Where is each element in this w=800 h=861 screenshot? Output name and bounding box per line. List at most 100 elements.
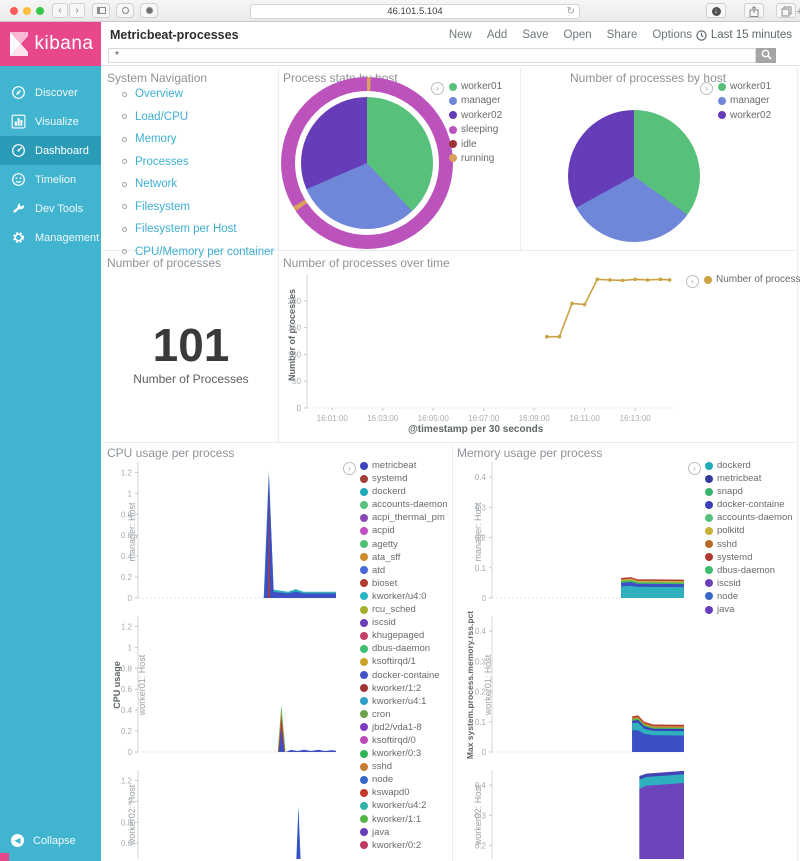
legend-item[interactable]: cron xyxy=(360,709,448,720)
legend-item[interactable]: manager xyxy=(449,95,502,106)
legend-item[interactable]: bioset xyxy=(360,578,448,589)
sidebar-item-timelion[interactable]: Timelion xyxy=(0,165,101,194)
legend-item[interactable]: systemd xyxy=(360,473,448,484)
search-bar xyxy=(108,48,776,63)
legend-item[interactable]: snapd xyxy=(705,486,793,497)
menu-share[interactable]: Share xyxy=(607,29,638,41)
legend-item[interactable]: docker-containe xyxy=(705,499,793,510)
search-button[interactable] xyxy=(756,48,776,63)
bullet-icon xyxy=(122,204,127,209)
back-button[interactable]: ‹ xyxy=(52,3,68,18)
legend-item[interactable]: atd xyxy=(360,565,448,576)
legend-toggle-icon[interactable]: › xyxy=(686,275,699,288)
legend-toggle-icon[interactable]: › xyxy=(700,82,713,95)
legend-item[interactable]: ksoftirqd/1 xyxy=(360,656,448,667)
extension-circle-icon[interactable] xyxy=(140,3,158,18)
reader-circle-icon[interactable] xyxy=(116,3,134,18)
sidebar-collapse-button[interactable]: ◀ Collapse xyxy=(0,834,101,847)
minimize-window-button[interactable] xyxy=(23,7,31,15)
legend-item[interactable]: iscsid xyxy=(360,617,448,628)
legend-item[interactable]: worker01 xyxy=(718,81,771,92)
legend-item[interactable]: sshd xyxy=(705,539,793,550)
legend-item[interactable]: running xyxy=(449,153,502,164)
new-tab-button[interactable]: + xyxy=(796,6,800,18)
sidebar-item-visualize[interactable]: Visualize xyxy=(0,107,101,136)
legend-item[interactable]: kworker/0:2 xyxy=(360,840,448,851)
tabs-button[interactable] xyxy=(776,3,796,18)
legend-item[interactable]: jbd2/vda1-8 xyxy=(360,722,448,733)
nav-link-overview[interactable]: Overview xyxy=(135,88,183,100)
legend-item[interactable]: node xyxy=(360,774,448,785)
legend-item[interactable]: acpid xyxy=(360,525,448,536)
kibana-logo[interactable]: kibana xyxy=(0,22,101,66)
svg-text:0.3: 0.3 xyxy=(475,657,487,666)
legend-item[interactable]: sshd xyxy=(360,761,448,772)
reload-icon[interactable]: ↻ xyxy=(567,5,575,18)
legend-item[interactable]: dockerd xyxy=(360,486,448,497)
legend-item[interactable]: worker02 xyxy=(718,110,771,121)
legend-item[interactable]: kworker/u4:0 xyxy=(360,591,448,602)
legend-item[interactable]: Number of processes xyxy=(704,274,800,285)
legend-item[interactable]: node xyxy=(705,591,793,602)
nav-link-filesystem[interactable]: Filesystem xyxy=(135,201,190,213)
legend-item[interactable]: kworker/u4:1 xyxy=(360,696,448,707)
legend-item[interactable]: accounts-daemon xyxy=(705,512,793,523)
sidebar-item-management[interactable]: Management xyxy=(0,223,101,252)
sidebar-item-devtools[interactable]: Dev Tools xyxy=(0,194,101,223)
legend-item[interactable]: docker-containe xyxy=(360,670,448,681)
url-field[interactable]: 46.101.5.104 ↻ xyxy=(250,4,580,19)
legend-item[interactable]: worker02 xyxy=(449,110,502,121)
legend-item[interactable]: kworker/0:3 xyxy=(360,748,448,759)
legend-item[interactable]: dockerd xyxy=(705,460,793,471)
legend-item[interactable]: ksoftirqd/0 xyxy=(360,735,448,746)
time-picker[interactable]: Last 15 minutes xyxy=(696,29,792,41)
menu-new[interactable]: New xyxy=(449,29,472,41)
legend-toggle-icon[interactable]: › xyxy=(343,462,356,475)
legend-item[interactable]: kworker/u4:2 xyxy=(360,800,448,811)
nav-link-memory[interactable]: Memory xyxy=(135,133,177,145)
nav-link-load-cpu[interactable]: Load/CPU xyxy=(135,111,188,123)
legend-item[interactable]: java xyxy=(360,827,448,838)
legend-item[interactable]: worker01 xyxy=(449,81,502,92)
legend-item[interactable]: dbus-daemon xyxy=(360,643,448,654)
sidebar-toggle-icon[interactable] xyxy=(92,3,110,18)
legend-item[interactable]: polkitd xyxy=(705,525,793,536)
legend-toggle-icon[interactable]: › xyxy=(688,462,701,475)
legend-toggle-icon[interactable]: › xyxy=(431,82,444,95)
legend-item[interactable]: java xyxy=(705,604,793,615)
legend-item[interactable]: sleeping xyxy=(449,124,502,135)
svg-text:0.8: 0.8 xyxy=(121,664,133,673)
legend-dot xyxy=(360,736,368,744)
menu-save[interactable]: Save xyxy=(522,29,548,41)
share-button[interactable] xyxy=(744,3,764,18)
legend-item[interactable]: accounts-daemon xyxy=(360,499,448,510)
menu-open[interactable]: Open xyxy=(564,29,592,41)
menu-options[interactable]: Options xyxy=(652,29,692,41)
close-window-button[interactable] xyxy=(10,7,18,15)
legend-item[interactable]: metricbeat xyxy=(360,460,448,471)
legend-item[interactable]: dbus-daemon xyxy=(705,565,793,576)
forward-button[interactable]: › xyxy=(69,3,85,18)
zoom-window-button[interactable] xyxy=(36,7,44,15)
legend-item[interactable]: kworker/1:2 xyxy=(360,683,448,694)
legend-item[interactable]: acpi_thermal_pm xyxy=(360,512,448,523)
menu-add[interactable]: Add xyxy=(487,29,507,41)
download-button[interactable]: ↓ xyxy=(706,3,726,18)
nav-link-network[interactable]: Network xyxy=(135,178,177,190)
legend-item[interactable]: metricbeat xyxy=(705,473,793,484)
legend-item[interactable]: systemd xyxy=(705,552,793,563)
legend-item[interactable]: manager xyxy=(718,95,771,106)
legend-item[interactable]: idle xyxy=(449,139,502,150)
nav-link-filesystem-per-host[interactable]: Filesystem per Host xyxy=(135,223,237,235)
legend-item[interactable]: khugepaged xyxy=(360,630,448,641)
legend-item[interactable]: ata_sff xyxy=(360,552,448,563)
sidebar-item-discover[interactable]: Discover xyxy=(0,78,101,107)
legend-item[interactable]: rcu_sched xyxy=(360,604,448,615)
sidebar-item-dashboard[interactable]: Dashboard xyxy=(0,136,101,165)
legend-item[interactable]: agetty xyxy=(360,539,448,550)
legend-item[interactable]: kswapd0 xyxy=(360,787,448,798)
search-input[interactable] xyxy=(108,48,756,63)
nav-link-processes[interactable]: Processes xyxy=(135,156,189,168)
legend-item[interactable]: kworker/1:1 xyxy=(360,814,448,825)
legend-item[interactable]: iscsid xyxy=(705,578,793,589)
